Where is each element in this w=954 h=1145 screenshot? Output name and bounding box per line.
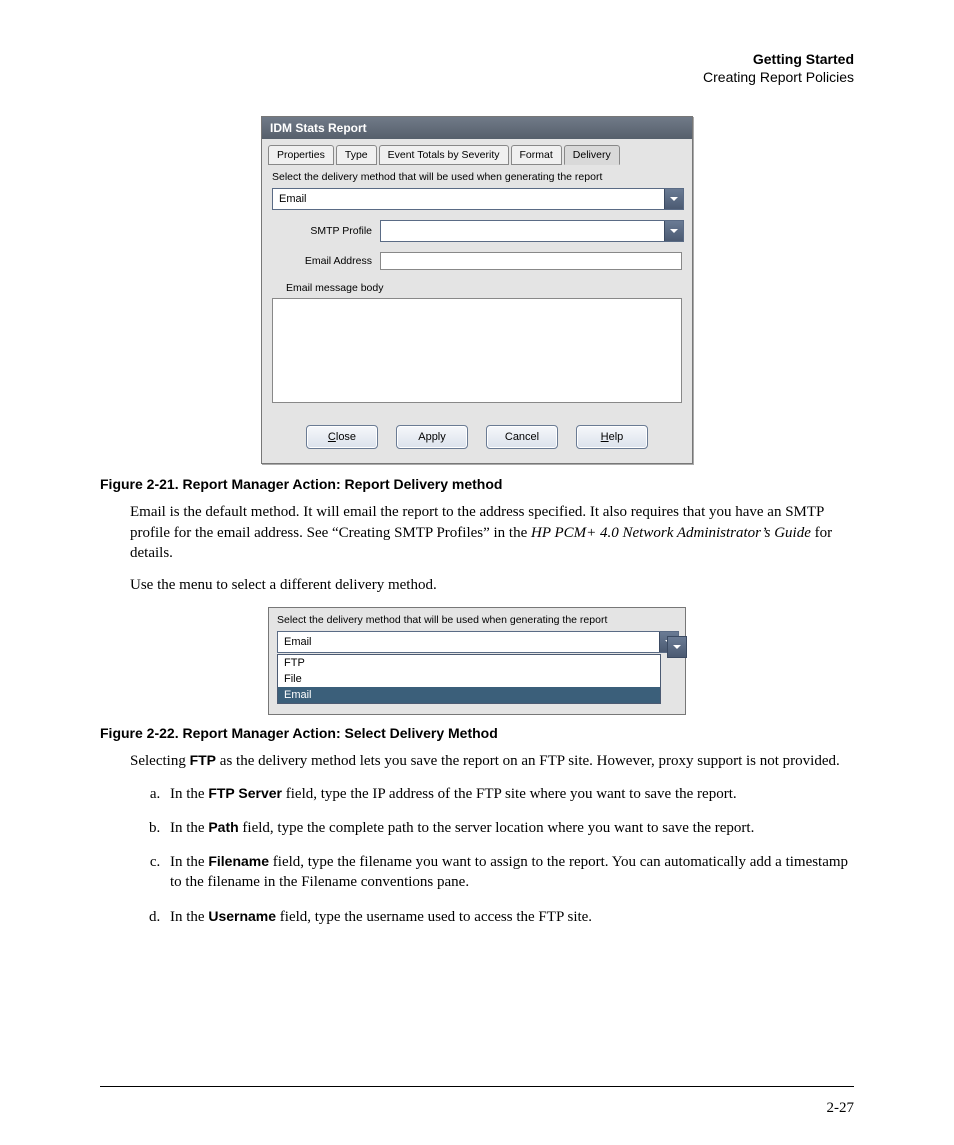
ftp-steps-list: In the FTP Server field, type the IP add… xyxy=(138,784,854,927)
option-ftp[interactable]: FTP xyxy=(278,655,660,671)
email-body-textarea[interactable] xyxy=(272,298,682,403)
step-d: In the Username field, type the username… xyxy=(164,907,854,927)
delivery-method-combo-2[interactable]: Email xyxy=(277,631,679,653)
paragraph-ftp-select: Selecting FTP as the delivery method let… xyxy=(130,751,854,771)
tab-delivery[interactable]: Delivery xyxy=(564,145,620,165)
email-body-label: Email message body xyxy=(286,282,682,294)
option-email[interactable]: Email xyxy=(278,687,660,703)
email-address-input[interactable] xyxy=(380,252,682,270)
delivery-dropdown-panel: Select the delivery method that will be … xyxy=(268,607,686,715)
tab-type[interactable]: Type xyxy=(336,145,377,165)
page-number: 2-27 xyxy=(827,1100,855,1117)
dialog-title: IDM Stats Report xyxy=(262,117,692,139)
report-delivery-dialog: IDM Stats Report Properties Type Event T… xyxy=(261,116,693,464)
delivery-instruction: Select the delivery method that will be … xyxy=(272,171,682,183)
tab-properties[interactable]: Properties xyxy=(268,145,334,165)
apply-button[interactable]: Apply xyxy=(396,425,468,449)
email-address-label: Email Address xyxy=(272,255,380,267)
dialog-button-bar: Close Apply Cancel Help xyxy=(262,413,692,463)
figure-caption-21: Figure 2-21. Report Manager Action: Repo… xyxy=(100,476,854,492)
delivery-method-value: Email xyxy=(273,189,664,209)
step-b: In the Path field, type the complete pat… xyxy=(164,818,854,838)
delivery-method-combo[interactable]: Email xyxy=(272,188,684,210)
step-c: In the Filename field, type the filename… xyxy=(164,852,854,893)
footer-rule xyxy=(100,1086,854,1087)
tab-format[interactable]: Format xyxy=(511,145,562,165)
page-header: Getting Started Creating Report Policies xyxy=(100,50,854,86)
smtp-profile-label: SMTP Profile xyxy=(272,225,380,237)
smtp-profile-combo[interactable] xyxy=(380,220,684,242)
option-file[interactable]: File xyxy=(278,671,660,687)
tab-event-totals[interactable]: Event Totals by Severity xyxy=(379,145,509,165)
step-a: In the FTP Server field, type the IP add… xyxy=(164,784,854,804)
delivery-dropdown-list[interactable]: FTP File Email xyxy=(277,654,661,704)
delivery-method-value-2: Email xyxy=(278,632,659,652)
chevron-down-icon[interactable] xyxy=(667,636,687,658)
paragraph-use-menu: Use the menu to select a different deliv… xyxy=(130,575,854,595)
smtp-profile-value xyxy=(381,221,664,241)
header-title: Getting Started xyxy=(100,50,854,68)
cancel-button[interactable]: Cancel xyxy=(486,425,558,449)
paragraph-email-default: Email is the default method. It will ema… xyxy=(130,502,854,563)
close-button[interactable]: Close xyxy=(306,425,378,449)
chevron-down-icon[interactable] xyxy=(664,221,683,241)
figure-caption-22: Figure 2-22. Report Manager Action: Sele… xyxy=(100,725,854,741)
delivery-instruction-2: Select the delivery method that will be … xyxy=(277,614,677,626)
header-subtitle: Creating Report Policies xyxy=(100,68,854,86)
chevron-down-icon[interactable] xyxy=(664,189,683,209)
tab-bar: Properties Type Event Totals by Severity… xyxy=(262,139,692,165)
help-button[interactable]: Help xyxy=(576,425,648,449)
